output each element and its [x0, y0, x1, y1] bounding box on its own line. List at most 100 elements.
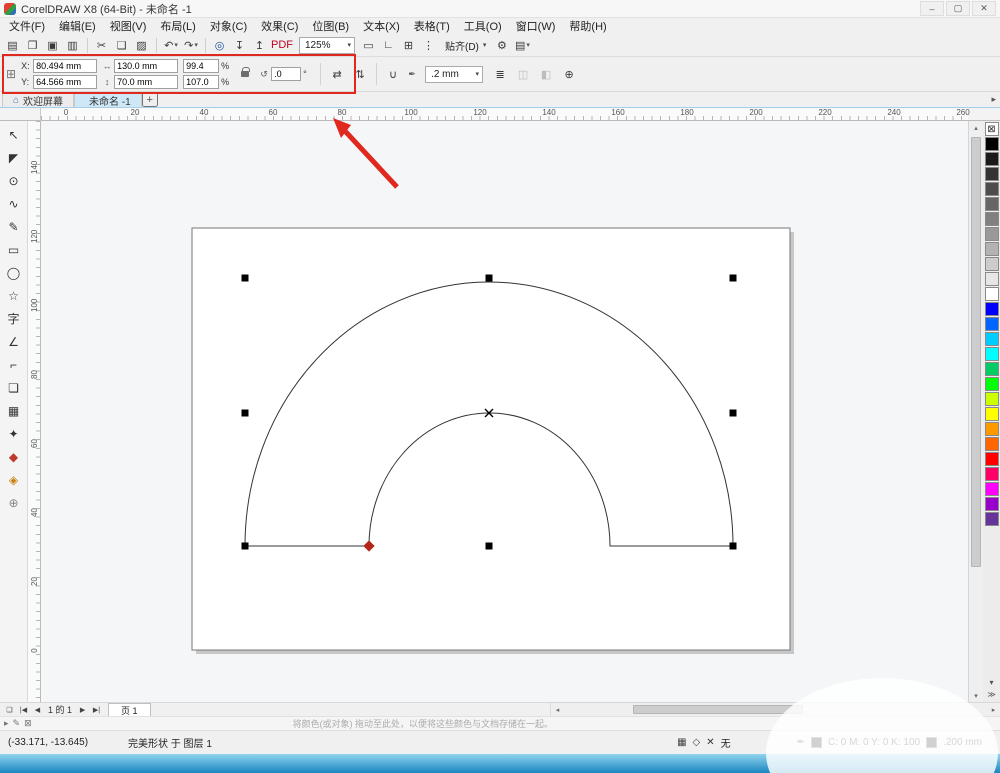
interactive-fill-tool[interactable]: ◆	[3, 446, 25, 467]
color-swatch[interactable]	[984, 482, 999, 496]
color-swatch[interactable]	[984, 197, 999, 211]
menu-item[interactable]: 视图(V)	[103, 17, 154, 35]
menu-item[interactable]: 表格(T)	[407, 17, 457, 35]
show-grid-button[interactable]: ⊞	[400, 36, 418, 54]
export-button[interactable]: ↥	[251, 36, 269, 54]
color-swatch[interactable]	[984, 227, 999, 241]
color-swatch[interactable]	[984, 377, 999, 391]
menu-item[interactable]: 效果(C)	[254, 17, 305, 35]
outline-color-swatch[interactable]	[926, 737, 938, 748]
import-button[interactable]: ↧	[231, 36, 249, 54]
polygon-tool[interactable]: ☆	[3, 285, 25, 306]
horizontal-scrollbar[interactable]: ◂ ▸	[550, 703, 1000, 716]
color-swatch[interactable]	[984, 152, 999, 166]
pick-tool[interactable]: ↖	[3, 124, 25, 145]
tab-untitled-1[interactable]: 未命名 -1	[74, 92, 142, 108]
fill-color-swatch[interactable]	[811, 737, 822, 748]
no-color-swatch[interactable]: ⊠	[984, 122, 999, 136]
first-page-button[interactable]: |◀	[17, 704, 30, 716]
color-swatch[interactable]	[984, 302, 999, 316]
separator[interactable]	[156, 37, 157, 53]
redo-button[interactable]: ↷ ▾	[182, 36, 200, 54]
color-swatch[interactable]	[984, 407, 999, 421]
convert-to-curve-button[interactable]: ∪	[384, 65, 402, 83]
pdf-button[interactable]: PDF	[271, 36, 294, 54]
previous-page-button[interactable]: ◀	[31, 704, 44, 716]
palette-scroll-down-icon[interactable]: ▾	[985, 677, 999, 688]
close-button[interactable]: ✕	[972, 1, 996, 16]
palette-eyedropper-icon[interactable]: ✎	[13, 718, 21, 729]
connector-tool[interactable]: ⌐	[3, 354, 25, 375]
menu-item[interactable]: 文本(X)	[356, 17, 407, 35]
color-swatch[interactable]	[984, 422, 999, 436]
mirror-horizontal-button[interactable]: ⇄	[328, 65, 346, 83]
horizontal-ruler[interactable]: 0 20 40 60 80 100 120 140 160 180 200 220 240 260	[41, 108, 970, 121]
scale-h-input[interactable]	[183, 59, 220, 73]
rectangle-tool[interactable]: ▭	[3, 239, 25, 260]
color-swatch[interactable]	[984, 287, 999, 301]
parallel-dimension-tool[interactable]: ∠	[3, 331, 25, 352]
search-content-button[interactable]: ◎	[211, 36, 229, 54]
page-tab[interactable]: 页 1	[108, 703, 151, 716]
menu-item[interactable]: 工具(O)	[457, 17, 509, 35]
color-swatch[interactable]	[984, 332, 999, 346]
color-swatch[interactable]	[984, 497, 999, 511]
palette-no-color-icon[interactable]: ⊠	[24, 718, 32, 729]
y-position-input[interactable]	[33, 75, 98, 89]
color-swatch[interactable]	[984, 137, 999, 151]
palette-flyout-icon[interactable]: ▸	[4, 718, 9, 729]
scroll-down-icon[interactable]: ▾	[969, 689, 983, 702]
quick-customize-button[interactable]: ⊕	[3, 492, 25, 513]
color-swatch[interactable]	[984, 317, 999, 331]
new-document-tab-button[interactable]: +	[141, 92, 158, 107]
color-swatch[interactable]	[984, 242, 999, 256]
wrap-text-button[interactable]: ≣	[491, 65, 509, 83]
drawing-canvas[interactable]	[41, 121, 968, 702]
group-button[interactable]: ◫	[514, 65, 532, 83]
freehand-tool[interactable]: ∿	[3, 193, 25, 214]
color-swatch[interactable]	[984, 182, 999, 196]
scroll-right-icon[interactable]: ▸	[987, 703, 1000, 716]
quick-customize-button[interactable]: ⊕	[560, 65, 578, 83]
scroll-left-icon[interactable]: ◂	[551, 703, 564, 716]
snap-to-dropdown[interactable]: 贴齐(D) ▾	[440, 36, 491, 54]
menu-item[interactable]: 编辑(E)	[52, 17, 103, 35]
color-swatch[interactable]	[984, 467, 999, 481]
new-document-button[interactable]: ▤	[4, 36, 22, 54]
color-swatch[interactable]	[984, 437, 999, 451]
color-swatch[interactable]	[984, 452, 999, 466]
color-swatch[interactable]	[984, 512, 999, 526]
separator[interactable]	[87, 37, 88, 53]
rotation-angle-input[interactable]	[271, 67, 302, 81]
zoom-tool[interactable]: ⊙	[3, 170, 25, 191]
scroll-up-icon[interactable]: ▴	[969, 121, 983, 134]
mirror-vertical-button[interactable]: ⇅	[351, 65, 369, 83]
show-guidelines-button[interactable]: ⋮	[420, 36, 438, 54]
vertical-ruler[interactable]: 140 120 100 80 60 40 20 0	[28, 121, 41, 702]
ellipse-tool[interactable]: ◯	[3, 262, 25, 283]
object-width-input[interactable]	[114, 59, 179, 73]
shape-tool[interactable]: ◤	[3, 147, 25, 168]
text-tool[interactable]: 字	[3, 308, 25, 329]
menu-item[interactable]: 文件(F)	[2, 17, 52, 35]
show-rulers-button[interactable]: ∟	[380, 36, 398, 54]
ruler-origin-corner[interactable]	[0, 108, 41, 121]
tab-scroll-right-icon[interactable]: ▸	[991, 94, 996, 105]
print-button[interactable]: ▥	[64, 36, 82, 54]
page-menu-icon[interactable]: ❏	[3, 704, 16, 716]
menu-item[interactable]: 布局(L)	[153, 17, 202, 35]
menu-item[interactable]: 对象(C)	[203, 17, 254, 35]
separator[interactable]	[205, 37, 206, 53]
open-button[interactable]: ❐	[24, 36, 42, 54]
vertical-scrollbar[interactable]: ▴ ▾	[968, 121, 983, 702]
lock-ratio-button[interactable]	[236, 65, 254, 83]
menu-item[interactable]: 帮助(H)	[562, 17, 613, 35]
color-swatch[interactable]	[984, 392, 999, 406]
last-page-button[interactable]: ▶|	[90, 704, 103, 716]
x-position-input[interactable]	[33, 59, 98, 73]
color-swatch[interactable]	[984, 362, 999, 376]
next-page-button[interactable]: ▶	[76, 704, 89, 716]
undo-button[interactable]: ↶ ▾	[162, 36, 180, 54]
ungroup-button[interactable]: ◧	[537, 65, 555, 83]
copy-button[interactable]: ❏	[113, 36, 131, 54]
